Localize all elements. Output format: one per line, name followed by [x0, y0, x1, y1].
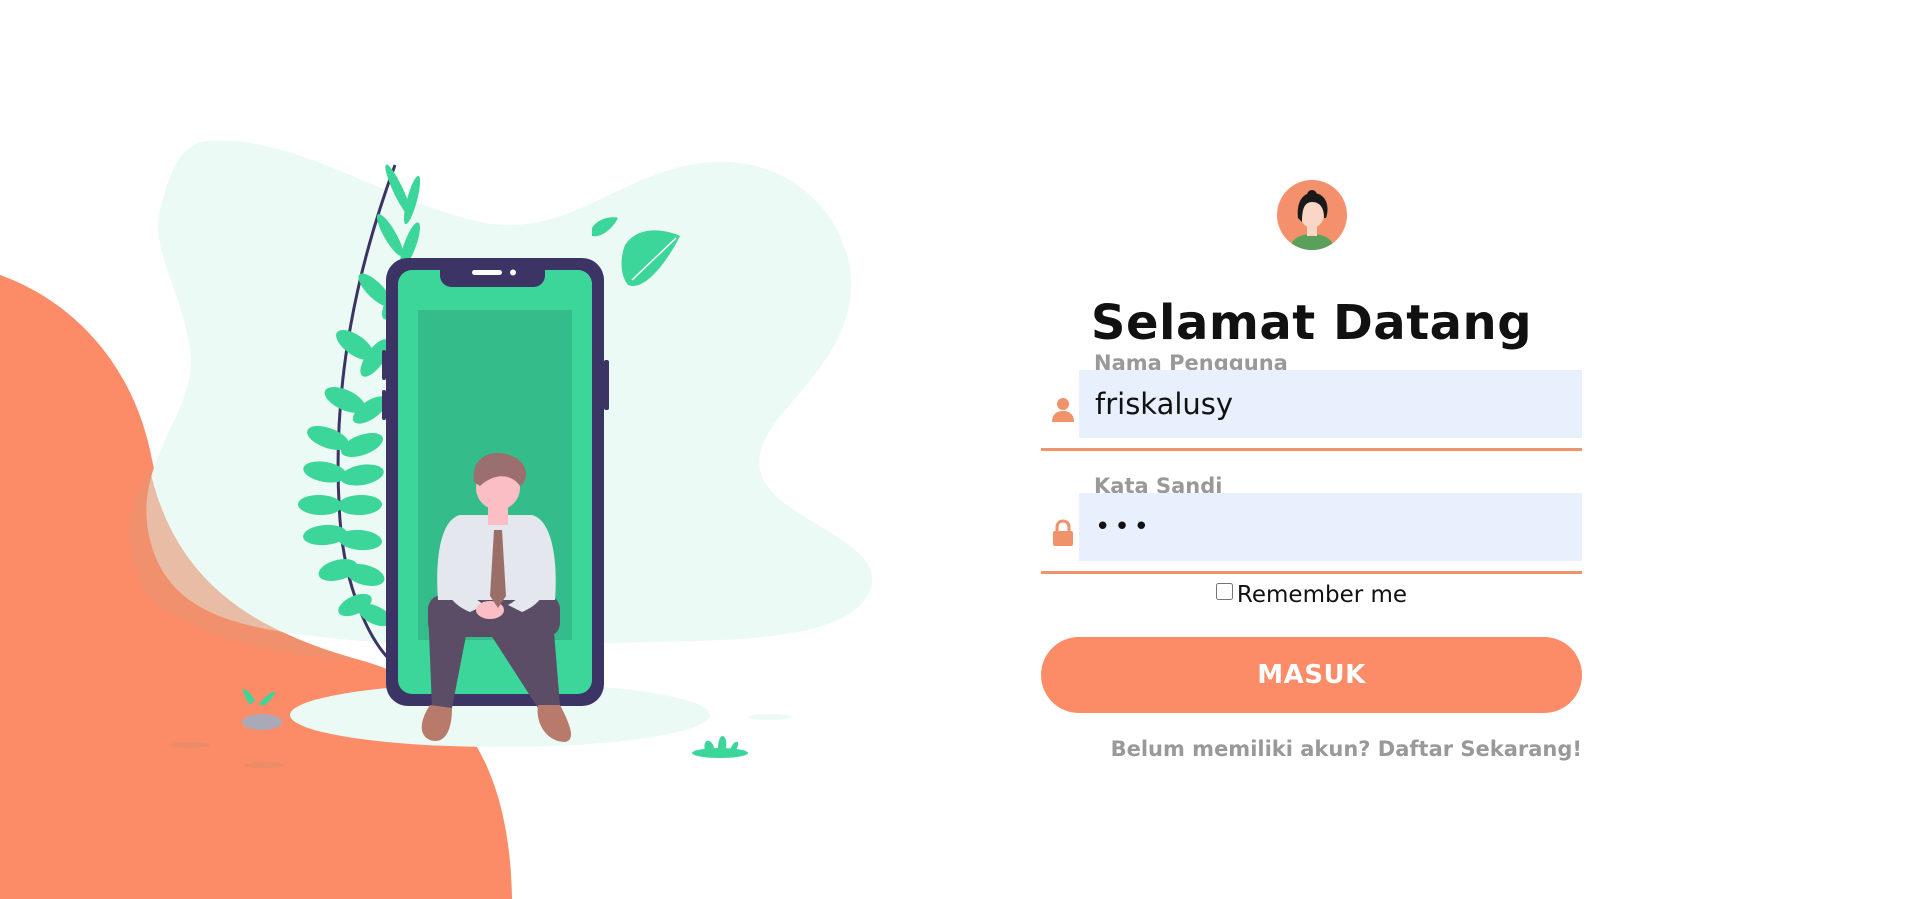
lock-icon [1053, 519, 1073, 546]
login-button[interactable]: MASUK [1041, 637, 1582, 713]
remember-me-checkbox[interactable] [1215, 583, 1233, 600]
sprout-plant [242, 688, 282, 730]
password-underline [1041, 571, 1582, 574]
username-field-group: Nama Pengguna [1041, 350, 1582, 452]
page-title: Selamat Datang [1090, 295, 1533, 351]
username-underline [1041, 448, 1582, 451]
register-link[interactable]: Belum memiliki akun? Daftar Sekarang! [1111, 737, 1582, 761]
phone-illustration [129, 140, 873, 768]
password-input[interactable] [1079, 493, 1582, 561]
user-avatar-icon [1277, 180, 1347, 250]
user-icon [1052, 398, 1074, 422]
password-field-group: Kata Sandi [1041, 473, 1582, 575]
remember-me-row[interactable]: Remember me [1041, 582, 1582, 608]
remember-me-label: Remember me [1236, 582, 1408, 608]
username-input[interactable] [1079, 370, 1582, 438]
small-plant [692, 736, 748, 758]
login-page: Selamat Datang Nama Pengguna Kata Sandi … [0, 0, 1917, 899]
